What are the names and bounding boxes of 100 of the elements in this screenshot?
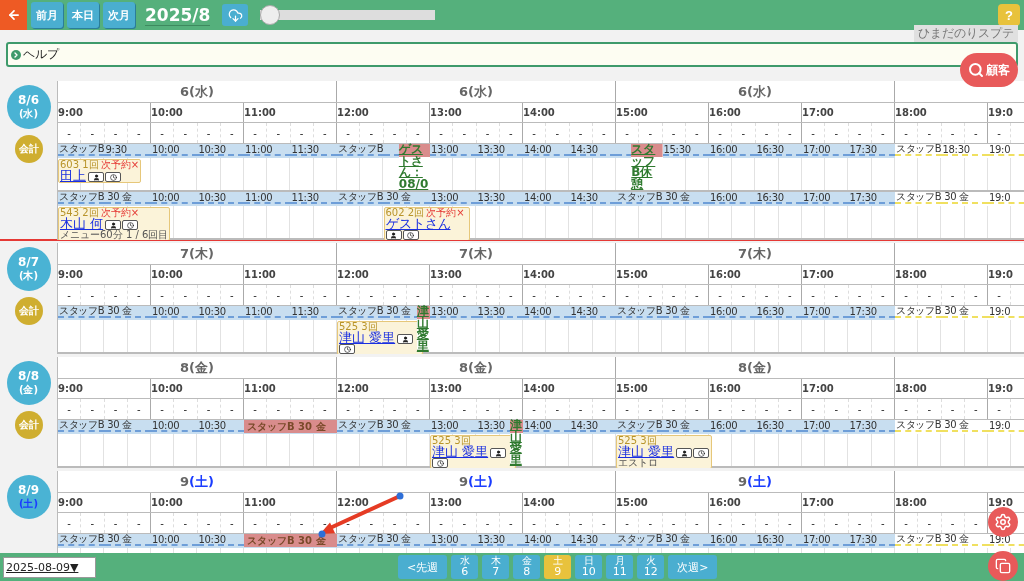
time-slot-label: 16:00 xyxy=(710,305,738,317)
slot-status: - xyxy=(695,127,699,139)
next-week-button[interactable]: 次週> xyxy=(668,555,718,579)
back-button[interactable] xyxy=(0,0,27,30)
time-slot-label: 17:00 xyxy=(803,143,831,155)
clock-button[interactable] xyxy=(105,172,121,182)
checkout-button[interactable]: 会計 xyxy=(14,297,43,325)
slot-status: - xyxy=(788,127,792,139)
hour-label: 12:00 xyxy=(337,107,369,118)
date-badge[interactable]: 8/9 (土) xyxy=(6,475,51,519)
time-slot-label: 13:00 xyxy=(431,533,459,545)
slot-status: - xyxy=(811,517,815,529)
slot-status: - xyxy=(323,403,327,415)
customer-name-link[interactable]: ゲストさん xyxy=(385,216,451,231)
customer-search-button[interactable]: 顧客 xyxy=(960,53,1018,87)
time-slot-label: 10:00 xyxy=(152,191,180,203)
clock-button[interactable] xyxy=(432,458,448,468)
customer-name-link[interactable]: 津山 愛里 xyxy=(432,444,489,459)
day-button[interactable]: 火 12 xyxy=(637,555,665,579)
person-button[interactable] xyxy=(490,448,507,458)
date-select[interactable]: 2025-08-09▼ xyxy=(3,556,96,578)
hour-label: 12:00 xyxy=(337,497,369,508)
appointment-card[interactable]: 602 2回 次予約× ゲストさん xyxy=(383,207,470,240)
slot-status: - xyxy=(323,127,327,139)
time-slot-label: 19:0 xyxy=(989,419,1011,431)
time-slot-label: 16:00 xyxy=(710,533,738,545)
clock-button[interactable] xyxy=(122,220,139,230)
slot-status: - xyxy=(997,289,1001,301)
day-button[interactable]: 日 10 xyxy=(575,555,603,579)
day-button[interactable]: 土 9 xyxy=(544,555,572,579)
hour-label: 13:00 xyxy=(430,497,462,508)
slot-status: - xyxy=(369,289,374,301)
hour-label: 13:00 xyxy=(430,269,462,280)
slot-status: - xyxy=(230,289,234,301)
date-badge[interactable]: 8/6 (水) xyxy=(6,85,51,129)
time-slot-label: 14:30 xyxy=(570,143,598,155)
person-button[interactable] xyxy=(676,448,693,458)
slot-status: - xyxy=(90,289,95,301)
help-button[interactable]: ? xyxy=(998,4,1020,26)
time-slot-label: 13:30 xyxy=(477,191,505,203)
month-nav-button[interactable]: 前月 xyxy=(31,2,63,28)
day-button[interactable]: 月 11 xyxy=(606,555,634,579)
clock-button[interactable] xyxy=(693,448,710,458)
vertical-booking-label[interactable]: 津山愛里 xyxy=(416,306,430,352)
download-button[interactable] xyxy=(222,4,249,26)
customer-name-link[interactable]: 田上 xyxy=(60,168,86,183)
customer-name-link[interactable]: 津山 愛里 xyxy=(618,444,675,459)
time-slot-label: 10:30 xyxy=(198,533,226,545)
checkout-button[interactable]: 会計 xyxy=(14,135,43,163)
previous-week-button[interactable]: <先週 xyxy=(398,555,448,579)
slot-status: - xyxy=(625,403,629,415)
date-badge[interactable]: 8/8 (金) xyxy=(6,361,51,405)
slot-status: - xyxy=(509,289,513,301)
hour-label: 13:00 xyxy=(430,107,462,118)
customer-name-link[interactable]: 木山 何 xyxy=(60,216,104,231)
customer-name-link[interactable]: 津山 愛里 xyxy=(339,330,396,345)
blocked-time-bar[interactable]: スタッフB 30 金 xyxy=(244,420,337,433)
vertical-booking-label[interactable]: 津山愛里 xyxy=(509,420,523,466)
slot-status: - xyxy=(276,517,281,529)
person-button[interactable] xyxy=(88,172,104,182)
appointment-card[interactable]: 525 3回 津山 愛里 エストロ xyxy=(616,435,713,468)
slot-status: - xyxy=(113,403,118,415)
time-slot-label: 17:00 xyxy=(803,191,831,203)
day-button[interactable]: 木 7 xyxy=(482,555,510,579)
day-button[interactable]: 水 6 xyxy=(451,555,479,579)
slot-status: - xyxy=(230,127,234,139)
slot-status: - xyxy=(927,403,932,415)
clock-button[interactable] xyxy=(339,344,355,354)
person-icon xyxy=(92,173,100,181)
time-slot-label: 10:30 xyxy=(198,191,226,203)
slot-status: - xyxy=(718,517,722,529)
clock-icon xyxy=(436,459,444,467)
time-slot-label: 17:00 xyxy=(803,305,831,317)
person-button[interactable] xyxy=(105,220,122,230)
time-slot-label: 10:30 xyxy=(198,143,226,155)
time-slot-label: 16:30 xyxy=(756,533,784,545)
month-nav-button[interactable]: 次月 xyxy=(103,2,135,28)
slot-status: - xyxy=(834,517,839,529)
slot-status: - xyxy=(276,289,281,301)
checkout-button[interactable]: 会計 xyxy=(14,411,43,439)
day-button[interactable]: 金 8 xyxy=(513,555,541,579)
time-slot-label: 19:0 xyxy=(989,143,1011,155)
appointment-card[interactable]: 603 1回 次予約× 田上 xyxy=(58,159,142,183)
hour-label: 16:00 xyxy=(709,107,741,118)
slot-status: - xyxy=(183,403,188,415)
vertical-booking-label[interactable]: スタッフB休憩 xyxy=(631,144,663,190)
slot-status: - xyxy=(369,517,374,529)
vertical-booking-label[interactable]: ゲストさん：08/0 xyxy=(398,144,430,190)
person-button[interactable] xyxy=(397,334,414,344)
help-label: ヘルプ xyxy=(23,46,59,63)
time-slot-label: スタッフB 30 金 xyxy=(59,418,132,432)
appointment-card[interactable]: 543 2回 次予約× 木山 何 メニュー60分 1 / 6回目 xyxy=(58,207,171,240)
blocked-time-bar[interactable]: スタッフB 30 金 xyxy=(244,534,337,547)
time-slot-label: スタッフB 30 金 xyxy=(617,304,690,318)
slot-status: - xyxy=(183,517,188,529)
hour-label: 19:0 xyxy=(988,269,1013,280)
date-badge[interactable]: 8/7 (木) xyxy=(6,247,51,291)
month-nav-button[interactable]: 本日 xyxy=(67,2,99,28)
slot-status: - xyxy=(369,403,374,415)
slider-thumb[interactable] xyxy=(260,5,281,25)
